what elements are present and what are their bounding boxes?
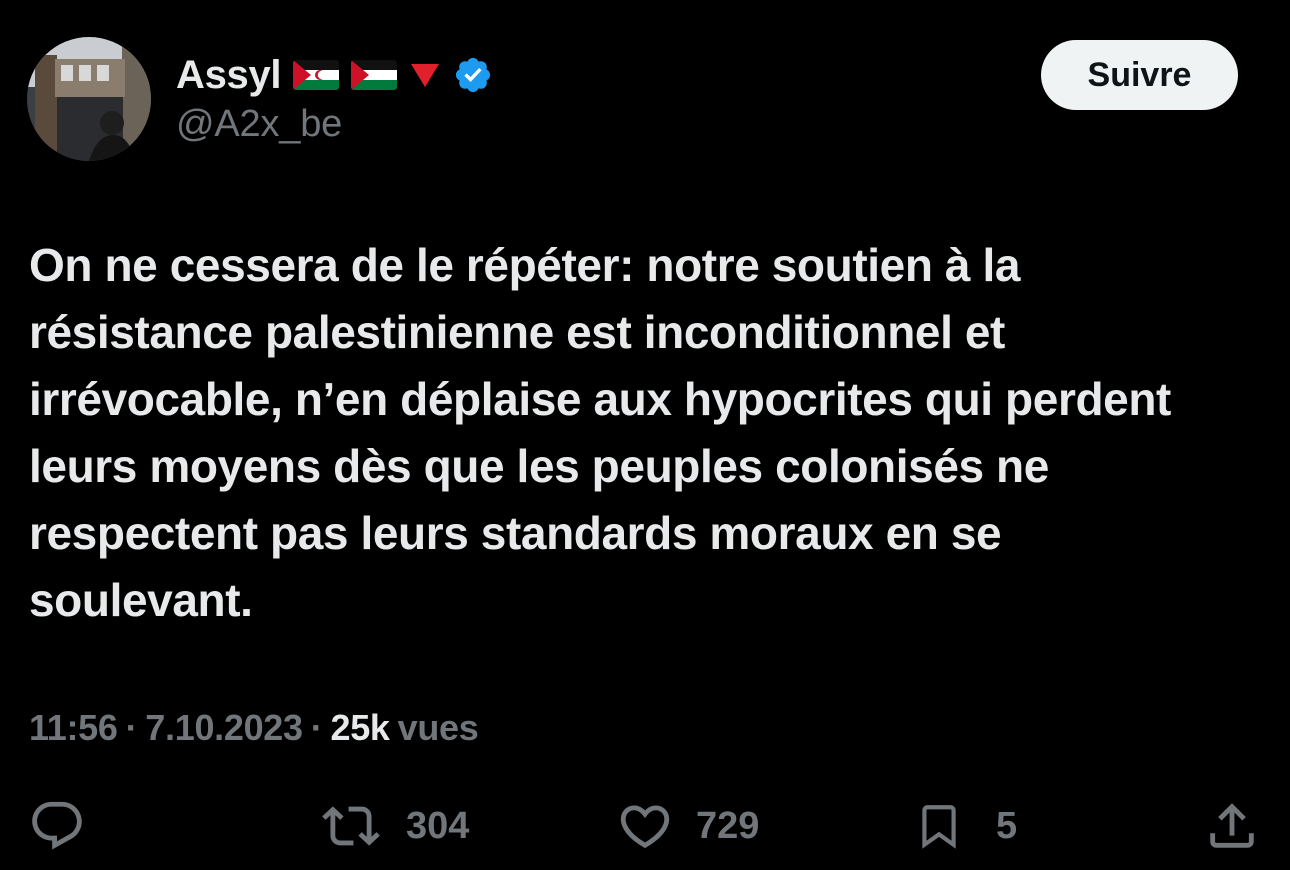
tweet-text: On ne cessera de le répéter: notre souti… [29, 232, 1269, 634]
display-name[interactable]: Assyl [176, 53, 282, 98]
views-label: vues [397, 707, 479, 748]
reply-icon [32, 801, 82, 850]
tweet-text-line: leurs moyens dès que les peuples colonis… [29, 440, 1049, 492]
bookmark-count: 5 [996, 804, 1018, 847]
retweet-count: 304 [406, 804, 470, 847]
flag-palestine-icon [351, 60, 398, 90]
heart-icon [620, 805, 670, 849]
like-button[interactable]: 729 [614, 794, 759, 858]
views-count: 25k [330, 707, 390, 748]
tweet-text-line: soulevant. [29, 574, 253, 626]
tweet-meta: 11:56 · 7.10.2023 · 25k vues [29, 702, 479, 754]
reply-button[interactable] [28, 794, 86, 858]
avatar[interactable] [27, 37, 151, 161]
retweet-button[interactable]: 304 [316, 794, 469, 858]
red-triangle-down-icon [409, 61, 441, 89]
meta-separator: · [125, 707, 138, 748]
user-handle[interactable]: @A2x_be [176, 103, 342, 146]
follow-button[interactable]: Suivre [1041, 40, 1238, 110]
tweet-text-line: irrévocable, n’en déplaise aux hypocrite… [29, 373, 1171, 425]
tweet-time[interactable]: 11:56 [29, 707, 118, 749]
share-icon [1210, 803, 1254, 848]
flag-western-sahara-icon [293, 60, 340, 90]
bookmark-button[interactable]: 5 [914, 794, 1017, 858]
meta-separator: · [310, 707, 323, 748]
tweet-container: Assyl @A2x_be Suivre On ne cessera de le… [0, 0, 1290, 870]
tweet-date[interactable]: 7.10.2023 [145, 707, 303, 749]
like-count: 729 [696, 804, 760, 847]
verified-badge-icon[interactable] [453, 55, 493, 95]
retweet-icon [322, 806, 380, 846]
tweet-text-line: respectent pas leurs standards moraux en… [29, 507, 1002, 559]
bookmark-icon [922, 805, 956, 849]
tweet-text-line: On ne cessera de le répéter: notre souti… [29, 239, 1021, 291]
tweet-text-line: résistance palestinienne est incondition… [29, 306, 1005, 358]
user-name-row: Assyl [176, 50, 493, 100]
share-button[interactable] [1203, 794, 1261, 858]
avatar-image [27, 37, 151, 161]
